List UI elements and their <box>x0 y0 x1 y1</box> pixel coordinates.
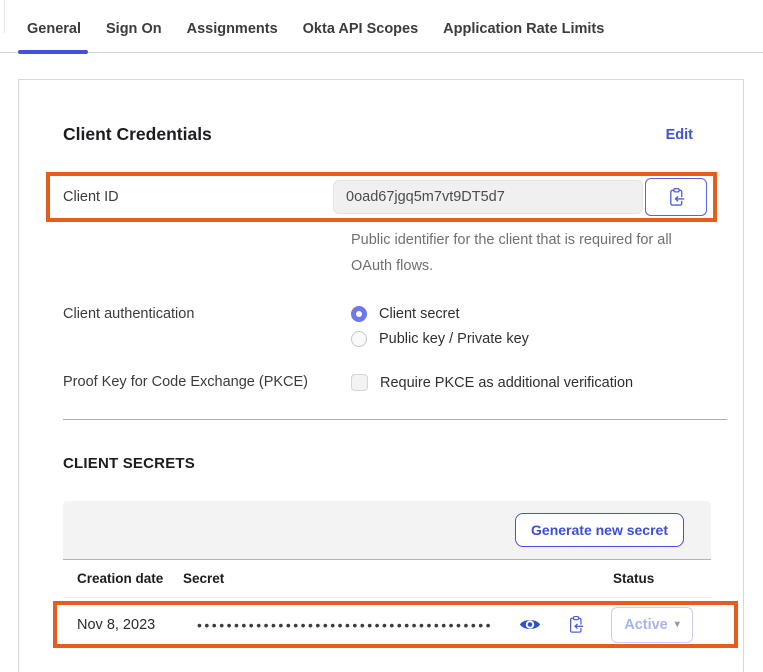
clipboard-copy-icon <box>667 187 686 207</box>
client-id-description: Public identifier for the client that is… <box>351 227 681 279</box>
secret-status-label: Active <box>624 617 668 633</box>
pkce-label: Proof Key for Code Exchange (PKCE) <box>63 374 351 391</box>
client-authentication-options: Client secret Public key / Private key <box>351 306 529 347</box>
option-client-secret-label: Client secret <box>379 306 460 322</box>
section-divider <box>63 419 727 420</box>
generate-new-secret-button[interactable]: Generate new secret <box>515 513 684 547</box>
client-authentication-label: Client authentication <box>63 306 351 347</box>
client-credentials-header: Client Credentials Edit <box>63 124 693 145</box>
client-id-value-field[interactable] <box>333 180 643 214</box>
clipboard-copy-icon <box>567 615 585 634</box>
tab-general[interactable]: General <box>27 3 81 52</box>
app-tab-bar: General Sign On Assignments Okta API Sco… <box>0 0 763 53</box>
option-public-private-key-label: Public key / Private key <box>379 331 529 347</box>
pkce-option-label: Require PKCE as additional verification <box>380 375 633 391</box>
client-secrets-toolbar: Generate new secret <box>63 501 711 560</box>
secret-creation-date: Nov 8, 2023 <box>77 617 197 633</box>
tab-assignments[interactable]: Assignments <box>187 3 278 52</box>
general-settings-card: Client Credentials Edit Client ID Public… <box>18 79 744 672</box>
column-header-secret: Secret <box>183 571 613 586</box>
option-client-secret[interactable]: Client secret <box>351 306 529 322</box>
client-id-label: Client ID <box>63 189 333 205</box>
masked-secret-value: •••••••••••••••••••••••••••••••••••••••• <box>197 618 515 632</box>
option-public-private-key[interactable]: Public key / Private key <box>351 331 529 347</box>
client-credentials-title: Client Credentials <box>63 124 212 145</box>
tab-sign-on[interactable]: Sign On <box>106 3 162 52</box>
pkce-row: Proof Key for Code Exchange (PKCE) Requi… <box>63 374 693 391</box>
radio-unselected-icon[interactable] <box>351 331 367 347</box>
client-id-highlight-box: Client ID <box>46 172 717 222</box>
eye-icon <box>519 617 541 632</box>
reveal-secret-button[interactable] <box>517 612 543 638</box>
pkce-option[interactable]: Require PKCE as additional verification <box>351 374 633 391</box>
column-header-creation-date: Creation date <box>63 571 183 586</box>
copy-client-id-button[interactable] <box>645 178 707 216</box>
tab-okta-api-scopes[interactable]: Okta API Scopes <box>303 3 419 52</box>
copy-secret-button[interactable] <box>563 612 589 638</box>
secret-row-highlight-box: Nov 8, 2023 ••••••••••••••••••••••••••••… <box>53 601 738 648</box>
tab-application-rate-limits[interactable]: Application Rate Limits <box>443 3 604 52</box>
client-secrets-title: CLIENT SECRETS <box>63 455 693 472</box>
secrets-table-header: Creation date Secret Status <box>63 560 711 598</box>
checkbox-unchecked-icon[interactable] <box>351 374 368 391</box>
column-header-status: Status <box>613 571 711 586</box>
radio-selected-icon[interactable] <box>351 306 367 322</box>
client-authentication-row: Client authentication Client secret Publ… <box>63 306 693 347</box>
edit-link[interactable]: Edit <box>666 127 693 143</box>
caret-down-icon: ▾ <box>675 619 680 630</box>
secret-status-dropdown[interactable]: Active ▾ <box>611 607 693 643</box>
